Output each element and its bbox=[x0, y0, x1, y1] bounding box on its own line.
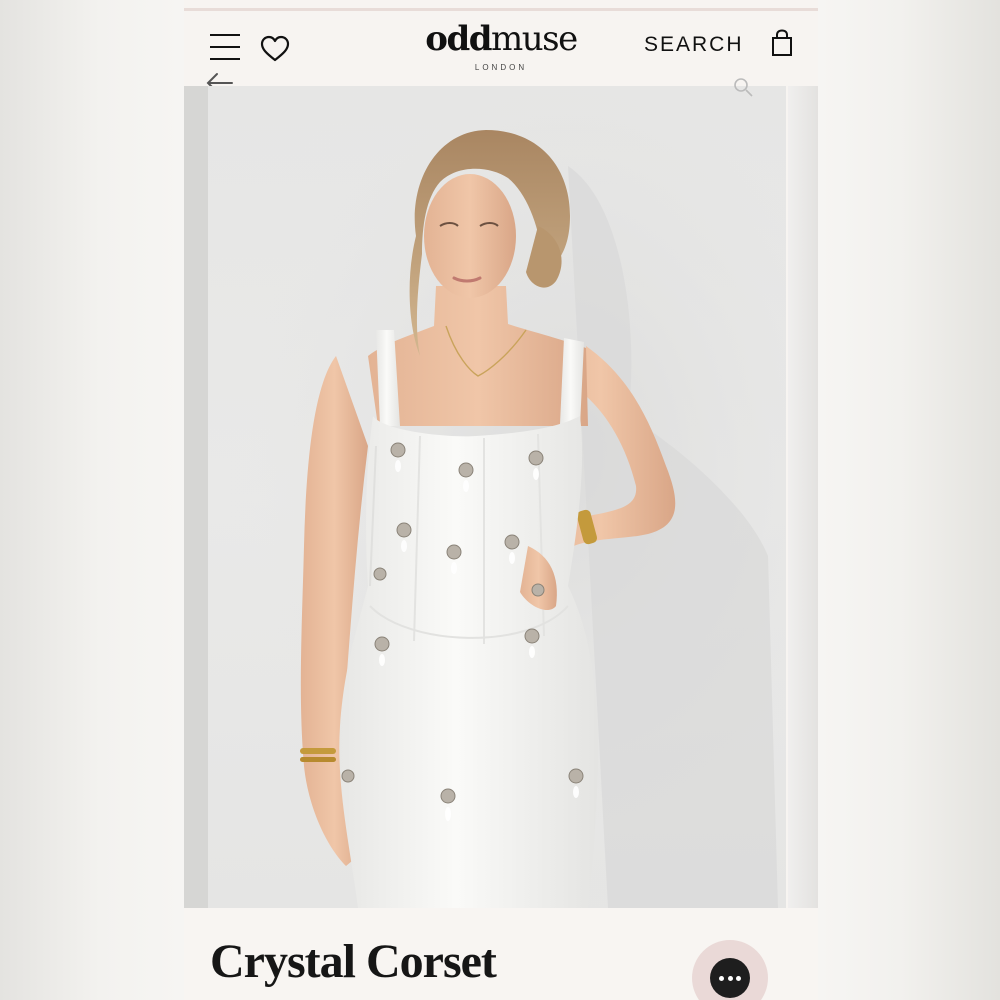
heart-icon[interactable] bbox=[260, 35, 290, 63]
zoom-icon[interactable] bbox=[732, 76, 754, 98]
hamburger-menu-icon[interactable] bbox=[210, 33, 240, 61]
chat-icon bbox=[710, 958, 750, 998]
model-illustration bbox=[208, 86, 786, 908]
next-image-peek[interactable] bbox=[788, 86, 818, 908]
logo-wordmark: oddmuse bbox=[425, 19, 578, 59]
site-header: oddmuse LONDON SEARCH bbox=[184, 11, 818, 86]
gallery-edge bbox=[184, 86, 208, 908]
mobile-page: oddmuse LONDON SEARCH Crystal Corset bbox=[184, 0, 818, 1000]
search-link[interactable]: SEARCH bbox=[644, 33, 744, 57]
logo-location: LONDON bbox=[474, 63, 528, 72]
product-photo[interactable] bbox=[208, 86, 786, 908]
brand-logo[interactable]: oddmuse LONDON bbox=[418, 21, 584, 72]
product-title: Crystal Corset bbox=[210, 935, 497, 988]
shopping-bag-icon[interactable] bbox=[770, 29, 794, 57]
